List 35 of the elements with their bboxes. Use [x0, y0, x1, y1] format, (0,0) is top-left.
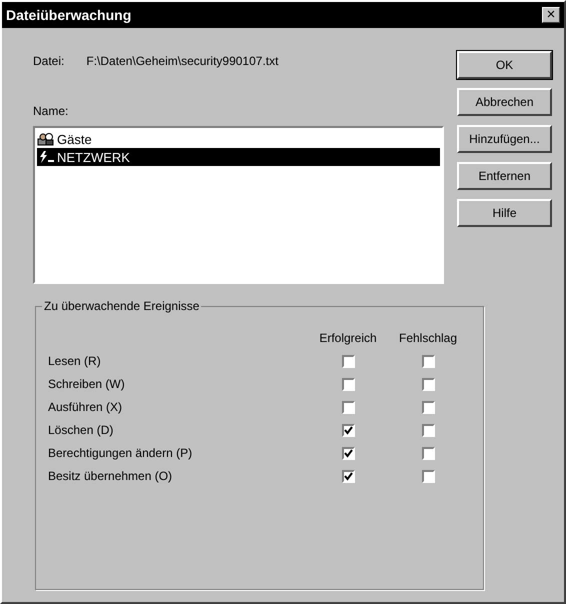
checkbox[interactable]	[422, 470, 434, 482]
user-group-icon	[37, 132, 55, 146]
list-item[interactable]: Gäste	[37, 130, 440, 148]
event-label: Berechtigungen ändern (P)	[48, 446, 194, 460]
dialog-button[interactable]: Hilfe	[457, 199, 552, 227]
event-label: Lesen (R)	[48, 354, 102, 368]
event-label: Besitz übernehmen (O)	[48, 469, 174, 483]
checkbox[interactable]	[342, 424, 354, 436]
file-label: Datei:	[33, 54, 64, 68]
event-label: Schreiben (W)	[48, 377, 126, 391]
column-header: Erfolgreich	[318, 331, 378, 345]
column-header: Fehlschlag	[398, 331, 458, 345]
dialog-button[interactable]: Abbrechen	[457, 88, 552, 116]
group-title: Zu überwachende Ereignisse	[42, 299, 202, 313]
checkbox[interactable]	[342, 378, 354, 390]
event-label: Löschen (D)	[48, 423, 114, 437]
window-title: Dateiüberwachung	[6, 7, 132, 23]
checkbox[interactable]	[422, 354, 434, 368]
checkbox[interactable]	[342, 446, 354, 460]
checkbox[interactable]	[422, 378, 434, 390]
dialog-button[interactable]: Hinzufügen...	[457, 125, 552, 153]
file-path: F:\Daten\Geheim\security990107.txt	[86, 54, 278, 68]
checkbox[interactable]	[422, 424, 434, 436]
checkbox[interactable]	[342, 354, 354, 368]
event-label: Ausführen (X)	[48, 400, 124, 414]
checkbox[interactable]	[422, 446, 434, 460]
dialog-button[interactable]: OK	[457, 51, 552, 79]
list-item[interactable]: NETZWERK	[37, 148, 440, 166]
lightning-icon	[37, 150, 55, 164]
dialog-button[interactable]: Entfernen	[457, 162, 552, 190]
checkbox[interactable]	[422, 400, 434, 414]
close-button[interactable]: ×	[542, 7, 560, 23]
checkbox[interactable]	[342, 400, 354, 414]
checkbox[interactable]	[342, 470, 354, 482]
name-label: Name:	[33, 104, 70, 118]
